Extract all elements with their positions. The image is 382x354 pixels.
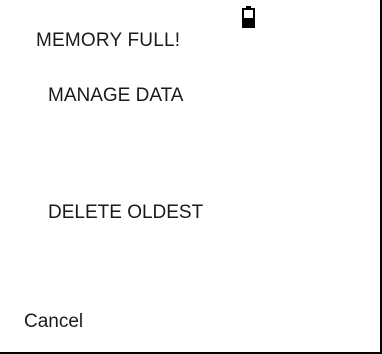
cancel-softkey[interactable]: Cancel [24,311,83,333]
menu-item-delete-oldest[interactable]: DELETE OLDEST [48,202,203,224]
menu-item-manage-data[interactable]: MANAGE DATA [48,85,183,107]
device-screen: MEMORY FULL! MANAGE DATA DELETE OLDEST C… [0,0,382,354]
battery-low-icon [242,6,255,28]
screen-title: MEMORY FULL! [36,30,181,51]
